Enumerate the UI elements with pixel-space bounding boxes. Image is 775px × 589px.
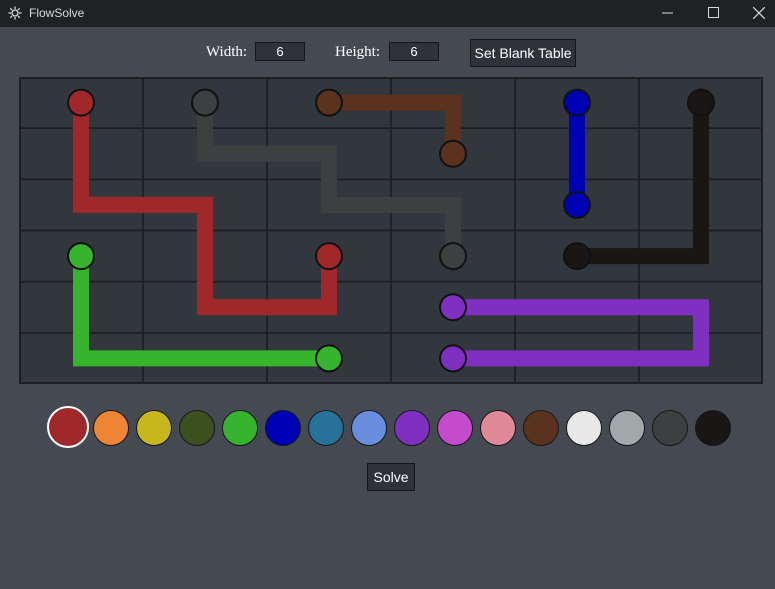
color-swatch-olive[interactable] bbox=[179, 410, 215, 446]
close-button[interactable] bbox=[736, 0, 775, 27]
endpoint-dot-blue[interactable] bbox=[563, 190, 591, 219]
endpoint-dot-purple[interactable] bbox=[439, 293, 467, 322]
endpoint-dot-brown[interactable] bbox=[315, 88, 343, 117]
set-blank-table-button[interactable]: Set Blank Table bbox=[470, 39, 576, 67]
color-swatch-white[interactable] bbox=[566, 410, 602, 446]
height-input[interactable] bbox=[389, 42, 439, 61]
title-bar: FlowSolve bbox=[0, 0, 775, 27]
endpoint-dot-dark-gray[interactable] bbox=[191, 88, 219, 117]
controls-bar: Width: Height: Set Blank Table bbox=[0, 39, 775, 67]
app-icon bbox=[8, 6, 22, 20]
color-swatch-light-blue[interactable] bbox=[351, 410, 387, 446]
maximize-button[interactable] bbox=[691, 0, 737, 27]
solve-button[interactable]: Solve bbox=[367, 463, 415, 491]
puzzle-grid-canvas[interactable] bbox=[19, 77, 763, 384]
height-label: Height: bbox=[335, 44, 380, 60]
endpoint-dot-red[interactable] bbox=[67, 88, 95, 117]
color-swatch-dark-gray[interactable] bbox=[652, 410, 688, 446]
endpoint-dot-red[interactable] bbox=[315, 242, 343, 271]
endpoint-dot-blue[interactable] bbox=[563, 88, 591, 117]
color-palette bbox=[0, 404, 775, 454]
close-icon bbox=[753, 7, 765, 19]
color-swatch-purple[interactable] bbox=[394, 410, 430, 446]
endpoint-dot-brown[interactable] bbox=[439, 139, 467, 168]
color-swatch-pink[interactable] bbox=[480, 410, 516, 446]
endpoint-dot-green[interactable] bbox=[67, 242, 95, 271]
minimize-button[interactable] bbox=[645, 0, 691, 27]
endpoint-dot-black[interactable] bbox=[563, 242, 591, 271]
width-label: Width: bbox=[206, 44, 248, 60]
window-title: FlowSolve bbox=[29, 6, 85, 20]
maximize-icon bbox=[708, 7, 719, 18]
color-swatch-red[interactable] bbox=[47, 406, 89, 448]
endpoint-dot-black[interactable] bbox=[687, 88, 715, 117]
color-swatch-yellow[interactable] bbox=[136, 410, 172, 446]
endpoint-dot-green[interactable] bbox=[315, 344, 343, 373]
color-swatch-gray[interactable] bbox=[609, 410, 645, 446]
endpoint-dot-dark-gray[interactable] bbox=[439, 242, 467, 271]
color-swatch-brown[interactable] bbox=[523, 410, 559, 446]
color-swatch-blue[interactable] bbox=[265, 410, 301, 446]
color-swatch-orange[interactable] bbox=[93, 410, 129, 446]
puzzle-grid[interactable] bbox=[19, 77, 763, 384]
color-swatch-teal[interactable] bbox=[308, 410, 344, 446]
width-input[interactable] bbox=[255, 42, 305, 61]
color-swatch-magenta[interactable] bbox=[437, 410, 473, 446]
color-swatch-black[interactable] bbox=[695, 410, 731, 446]
color-swatch-green[interactable] bbox=[222, 410, 258, 446]
minimize-icon bbox=[662, 12, 673, 14]
endpoint-dot-purple[interactable] bbox=[439, 344, 467, 373]
